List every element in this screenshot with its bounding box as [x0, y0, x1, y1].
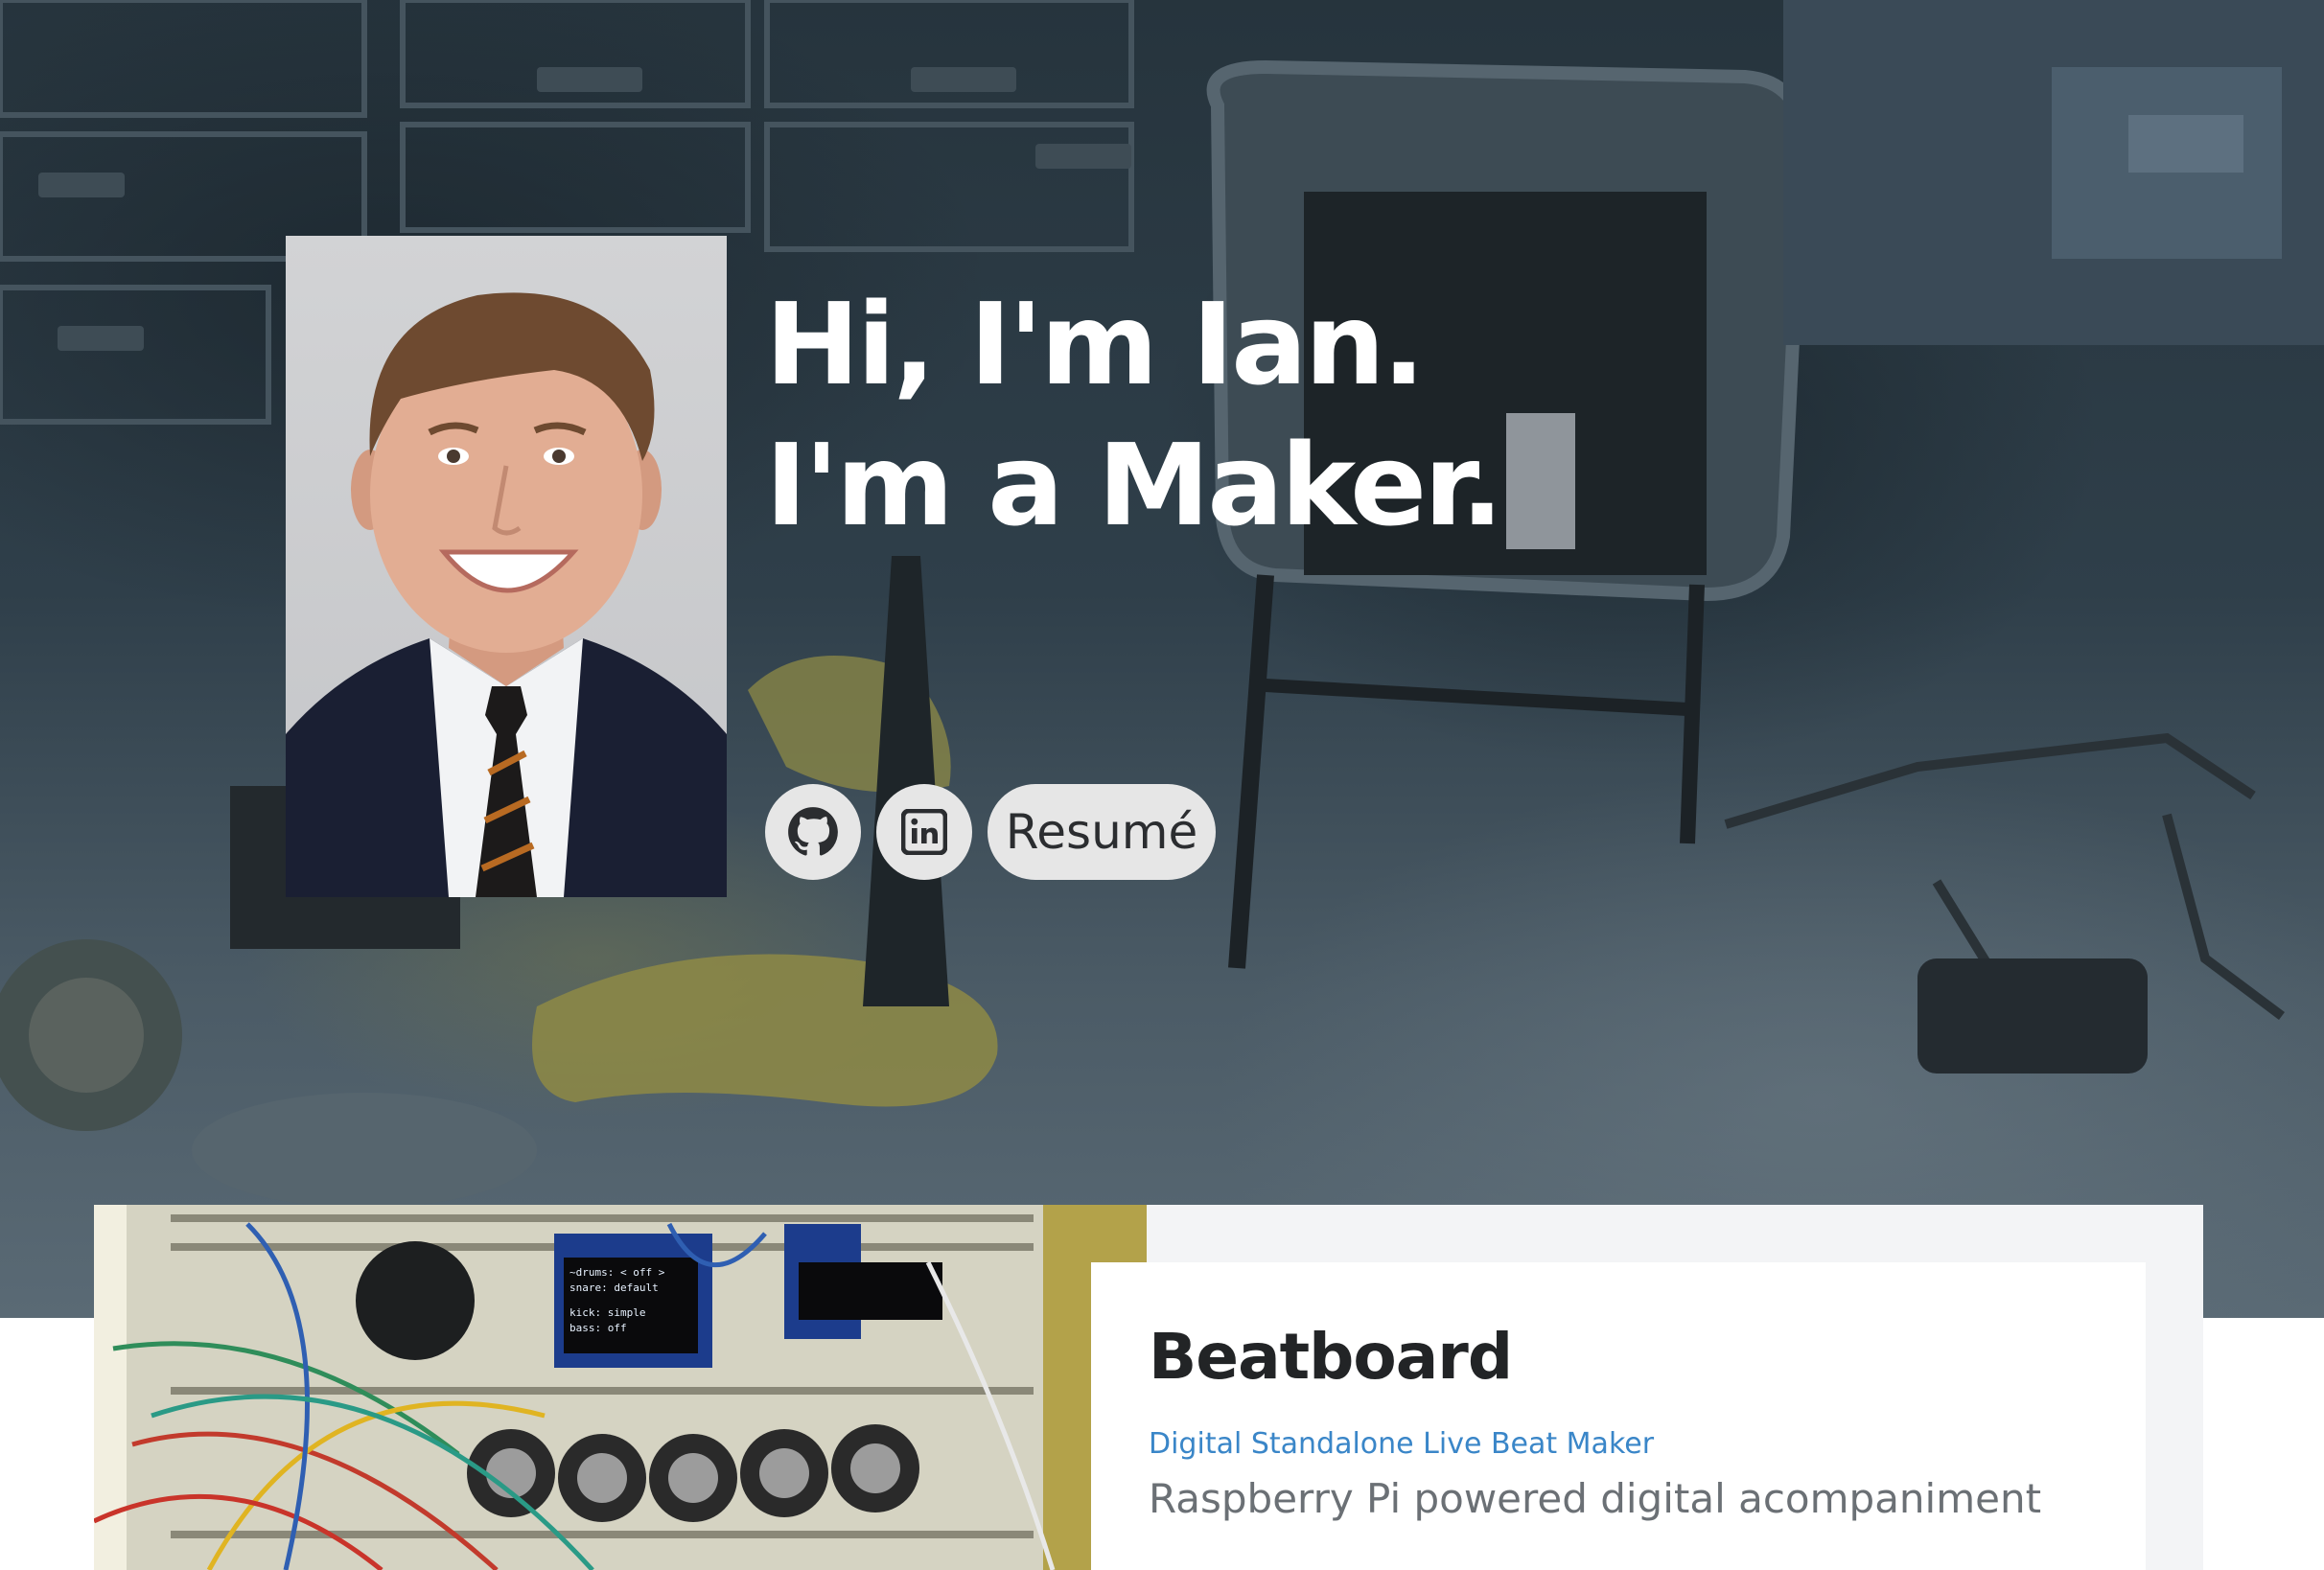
resume-label: Resumé	[1005, 804, 1198, 860]
hero-section: Hi, I'm Ian. I'm a Maker. Resumé	[0, 0, 2324, 1318]
tagline-text: I'm a Maker.	[765, 419, 1503, 551]
linkedin-button[interactable]	[876, 784, 972, 880]
oled-line-2: snare: default	[569, 1281, 659, 1294]
profile-portrait	[286, 236, 727, 897]
project-image: ~drums: < off > snare: default kick: sim…	[94, 1205, 1147, 1570]
github-icon	[788, 807, 838, 856]
project-card-body: Beatboard Digital Standalone Live Beat M…	[1091, 1262, 2146, 1570]
oled-line-1: ~drums: < off >	[569, 1266, 665, 1279]
greeting-text: Hi, I'm Ian.	[765, 278, 1426, 410]
tagline-line: I'm a Maker.	[765, 413, 1576, 554]
hero-headline: Hi, I'm Ian. I'm a Maker.	[765, 276, 1576, 554]
typing-cursor	[1506, 413, 1576, 549]
project-title: Beatboard	[1149, 1320, 1513, 1394]
project-subtitle-link[interactable]: Digital Standalone Live Beat Maker	[1149, 1427, 1654, 1461]
github-button[interactable]	[765, 784, 861, 880]
linkedin-icon	[901, 809, 947, 855]
project-description: Raspberry Pi powered digital acompanimen…	[1149, 1475, 2042, 1522]
oled-line-4: kick: simple	[569, 1306, 645, 1319]
resume-button[interactable]: Resumé	[988, 784, 1216, 880]
oled-line-5: bass: off	[569, 1322, 627, 1334]
project-card[interactable]: ~drums: < off > snare: default kick: sim…	[94, 1205, 2203, 1570]
